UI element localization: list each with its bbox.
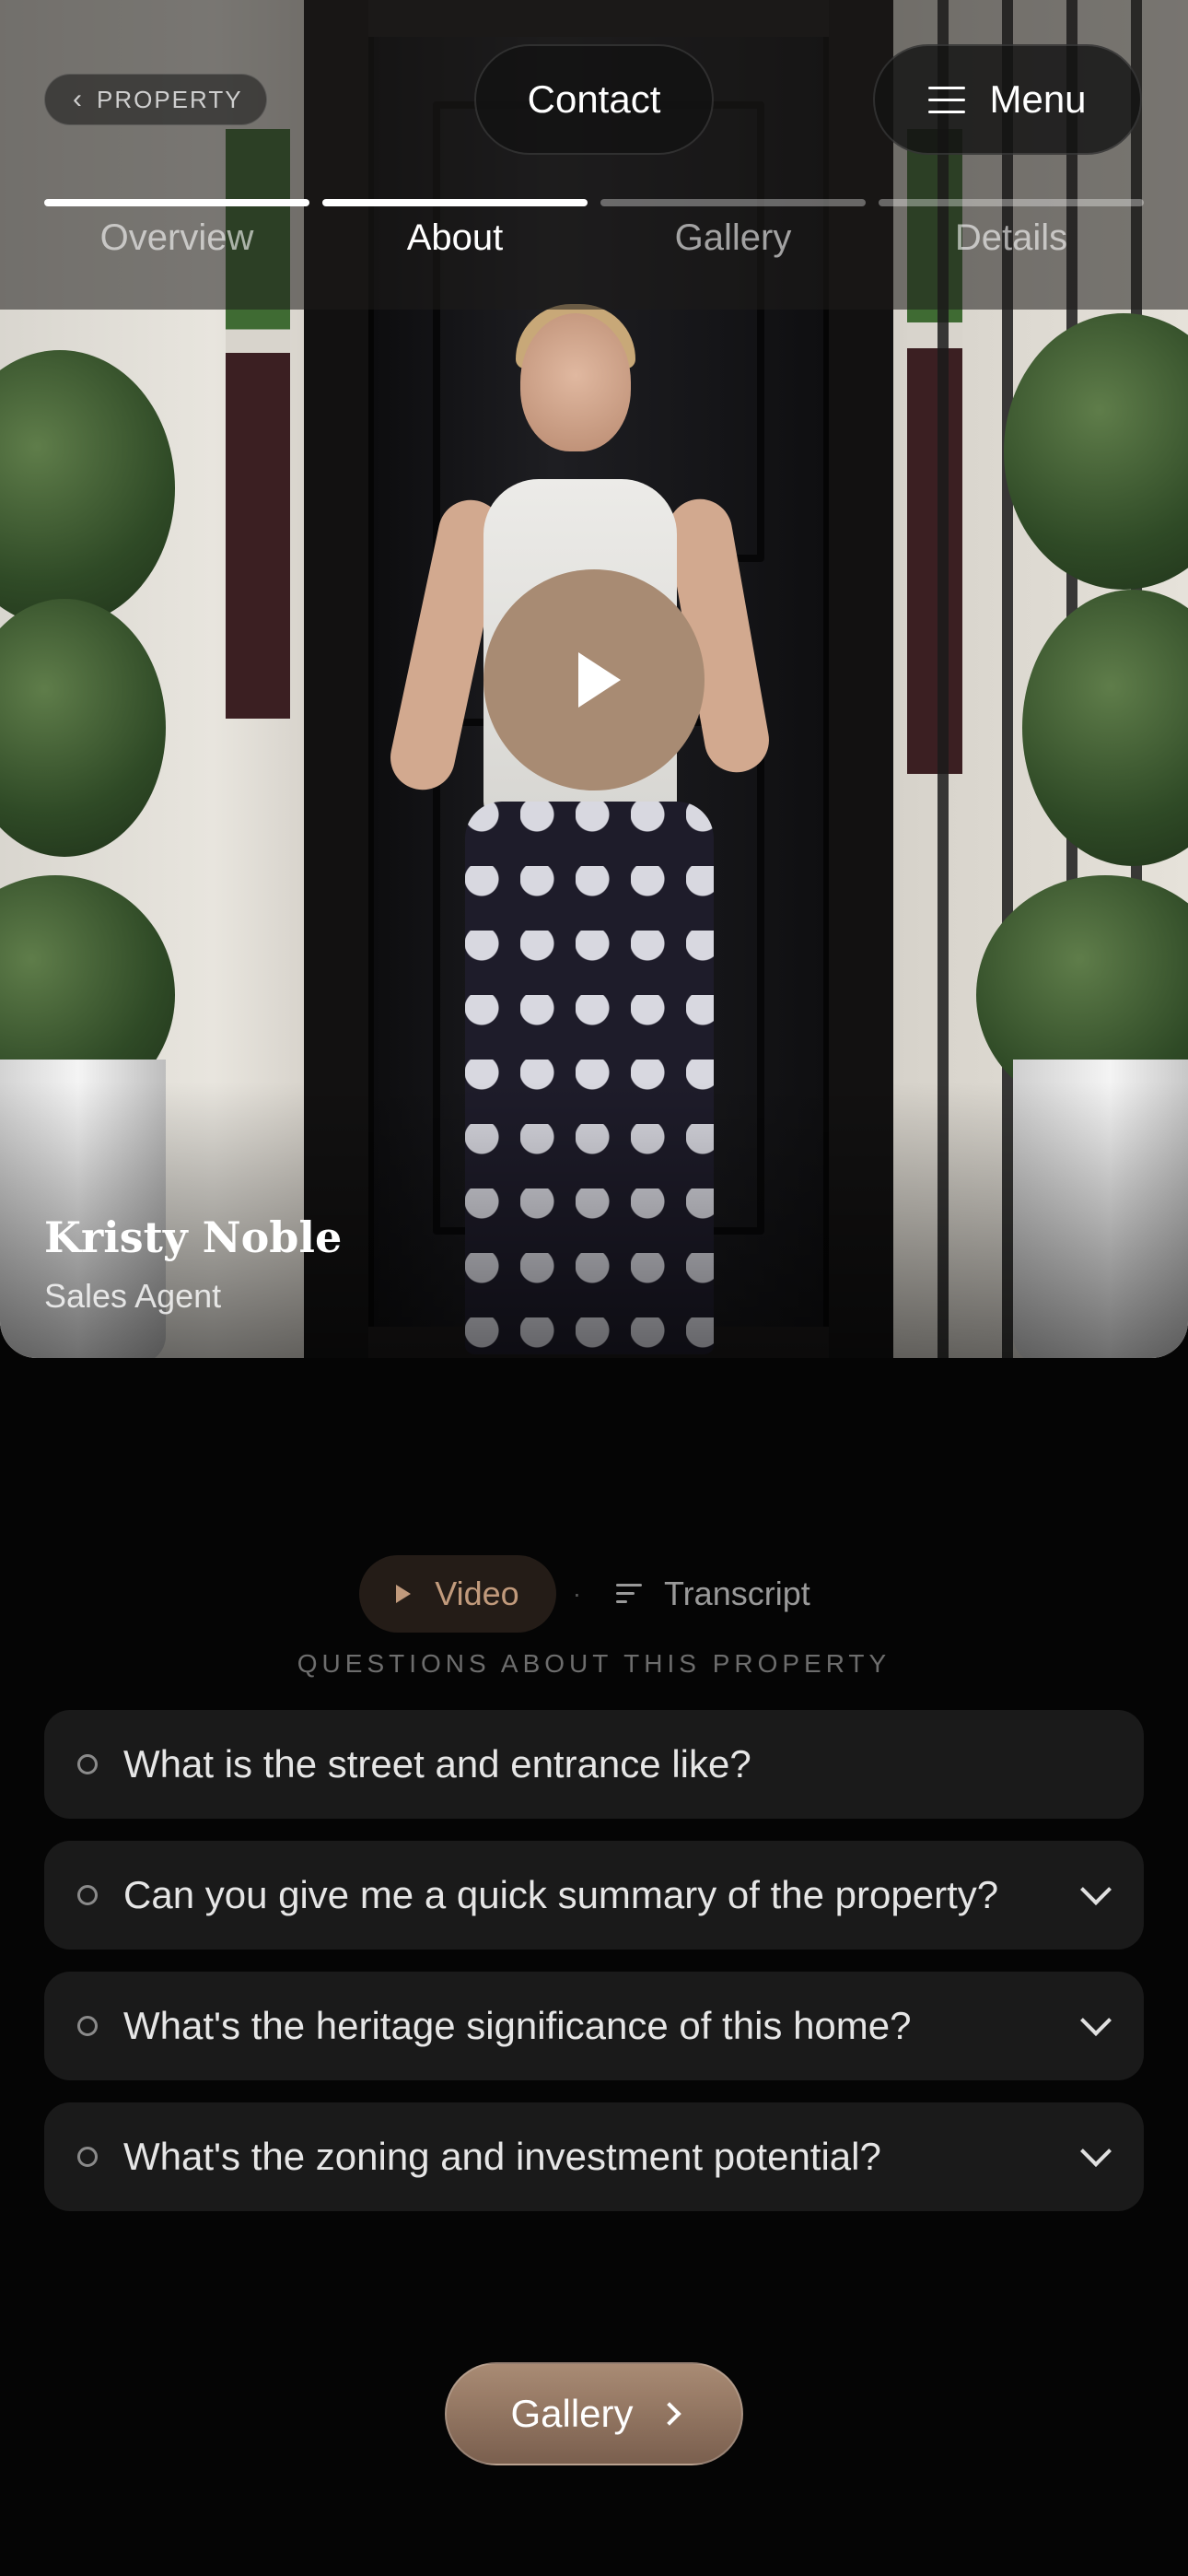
- tab-progress-bar: [44, 199, 309, 206]
- circle-icon: [77, 2016, 98, 2036]
- circle-icon: [77, 1885, 98, 1905]
- chevron-left-icon: ‹: [73, 84, 84, 114]
- gallery-next-button[interactable]: Gallery: [445, 2362, 743, 2465]
- question-list: What is the street and entrance like? Ca…: [44, 1710, 1144, 2211]
- chevron-down-icon: [1080, 2136, 1112, 2167]
- question-text: What's the zoning and investment potenti…: [123, 2135, 881, 2178]
- play-icon: [396, 1585, 412, 1603]
- circle-icon: [77, 1754, 98, 1774]
- tab-about[interactable]: About: [322, 199, 588, 259]
- agent-name: Kristy Noble: [44, 1212, 343, 1262]
- tab-progress-bar: [600, 199, 866, 206]
- tab-label: Overview: [99, 217, 254, 258]
- question-text: Can you give me a quick summary of the p…: [123, 1873, 999, 1916]
- contact-button[interactable]: Contact: [474, 44, 714, 155]
- video-mode-button[interactable]: Video: [359, 1555, 556, 1633]
- media-mode-toggle: Video · Transcript: [0, 1555, 1188, 1633]
- back-label: PROPERTY: [97, 85, 243, 113]
- tab-progress-bar: [879, 199, 1144, 206]
- play-button[interactable]: [483, 569, 705, 790]
- transcript-mode-button[interactable]: Transcript: [598, 1575, 829, 1613]
- tab-label: Details: [954, 217, 1068, 258]
- back-to-property-button[interactable]: ‹ PROPERTY: [44, 74, 267, 125]
- tab-gallery[interactable]: Gallery: [600, 199, 866, 259]
- question-text: What is the street and entrance like?: [123, 1742, 751, 1786]
- section-tabs: Overview About Gallery Details: [44, 199, 1144, 259]
- agent-role: Sales Agent: [44, 1277, 222, 1315]
- chevron-down-icon: [1080, 1874, 1112, 1905]
- circle-icon: [77, 2147, 98, 2167]
- transcript-lines-icon: [616, 1584, 643, 1604]
- play-icon: [578, 652, 621, 708]
- hamburger-icon: [928, 85, 966, 114]
- mode-separator: ·: [572, 1579, 582, 1608]
- question-item[interactable]: What's the zoning and investment potenti…: [44, 2102, 1144, 2211]
- tab-label: About: [406, 217, 504, 258]
- menu-button[interactable]: Menu: [873, 44, 1142, 155]
- video-mode-label: Video: [435, 1575, 519, 1612]
- chevron-down-icon: [1080, 2005, 1112, 2036]
- chevron-right-icon: [657, 2402, 681, 2426]
- tab-overview[interactable]: Overview: [44, 199, 309, 259]
- question-text: What's the heritage significance of this…: [123, 2004, 912, 2047]
- question-item[interactable]: Can you give me a quick summary of the p…: [44, 1841, 1144, 1950]
- questions-heading: QUESTIONS ABOUT THIS PROPERTY: [297, 1649, 891, 1678]
- gallery-button-label: Gallery: [510, 2392, 634, 2435]
- tab-details[interactable]: Details: [879, 199, 1144, 259]
- menu-label: Menu: [989, 77, 1087, 121]
- question-item[interactable]: What's the heritage significance of this…: [44, 1972, 1144, 2080]
- tab-label: Gallery: [674, 217, 792, 258]
- question-item[interactable]: What is the street and entrance like?: [44, 1710, 1144, 1819]
- transcript-mode-label: Transcript: [664, 1575, 810, 1612]
- tab-progress-bar: [322, 199, 588, 206]
